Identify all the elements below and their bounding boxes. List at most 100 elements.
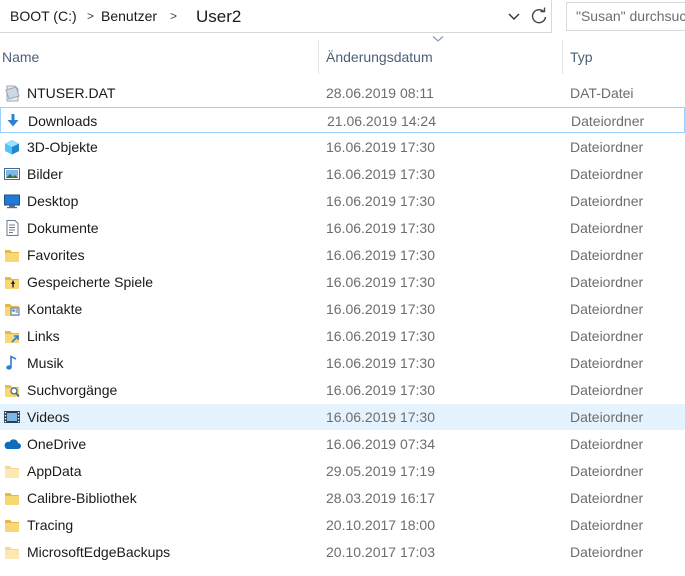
pictures-folder-icon — [4, 168, 20, 180]
file-type: Dateiordner — [570, 544, 644, 560]
saved-games-folder-icon — [5, 277, 19, 289]
file-type: Dateiordner — [570, 166, 644, 182]
file-row[interactable]: Gespeicherte Spiele 16.06.2019 17:30 Datei… — [0, 269, 685, 295]
breadcrumb-drive[interactable]: BOOT (C:) — [10, 0, 77, 33]
videos-folder-icon — [4, 411, 20, 423]
column-header-type[interactable]: Typ — [570, 40, 593, 74]
file-modified-date: 16.06.2019 17:30 — [326, 355, 435, 371]
file-type: Dateiordner — [570, 139, 644, 155]
documents-folder-icon — [6, 220, 19, 236]
file-name: Favorites — [27, 247, 85, 263]
file-name: NTUSER.DAT — [27, 85, 116, 101]
file-name: Dokumente — [27, 220, 99, 236]
refresh-icon[interactable] — [529, 6, 549, 26]
file-type: Dateiordner — [570, 220, 644, 236]
file-type: Dateiordner — [570, 490, 644, 506]
file-modified-date: 16.06.2019 17:30 — [326, 193, 435, 209]
column-divider[interactable] — [318, 40, 319, 74]
file-type: Dateiordner — [570, 193, 644, 209]
file-type: Dateiordner — [570, 463, 644, 479]
file-modified-date: 20.10.2017 17:03 — [326, 544, 435, 560]
file-type: Dateiordner — [570, 436, 644, 452]
file-name: Bilder — [27, 166, 63, 182]
file-modified-date: 29.05.2019 17:19 — [326, 463, 435, 479]
address-bar[interactable]: BOOT (C:) > Benutzer > User2 — [0, 0, 552, 33]
file-modified-date: 16.06.2019 17:30 — [326, 274, 435, 290]
file-row[interactable]: Dokumente 16.06.2019 17:30 Dateiordner — [0, 215, 685, 241]
file-row[interactable]: Desktop 16.06.2019 17:30 Dateiordner — [0, 188, 685, 214]
file-row[interactable]: Calibre-Bibliothek 28.03.2019 16:17 Dateio… — [0, 485, 685, 511]
file-name: Tracing — [27, 517, 74, 533]
search-input[interactable]: "Susan" durchsuchen — [566, 2, 685, 31]
hidden-folder-icon — [5, 547, 19, 559]
column-header: Name Änderungsdatum Typ — [0, 36, 685, 74]
hidden-folder-icon — [5, 466, 19, 478]
breadcrumb-separator[interactable]: > — [170, 0, 177, 33]
file-name: Desktop — [27, 193, 79, 209]
file-row[interactable]: MicrosoftEdgeBackups 20.10.2017 17:03 Date… — [0, 539, 685, 565]
file-name: Downloads — [28, 113, 98, 129]
column-header-date[interactable]: Änderungsdatum — [326, 40, 433, 74]
downloads-folder-icon — [7, 114, 19, 127]
column-header-name[interactable]: Name — [2, 40, 39, 74]
3d-objects-icon — [5, 140, 19, 155]
file-type: DAT-Datei — [570, 85, 634, 101]
column-divider[interactable] — [562, 40, 563, 74]
file-name: Suchvorgänge — [27, 382, 118, 398]
file-name: Musik — [27, 355, 64, 371]
file-modified-date: 28.06.2019 08:11 — [326, 85, 434, 101]
onedrive-icon — [4, 439, 21, 449]
file-modified-date: 16.06.2019 17:30 — [326, 220, 435, 236]
file-name: 3D-Objekte — [27, 139, 98, 155]
file-row[interactable]: Bilder 16.06.2019 17:30 Dateiordner — [0, 161, 685, 187]
file-row[interactable]: Tracing 20.10.2017 18:00 Dateiordner — [0, 512, 685, 538]
file-type: Dateiordner — [570, 328, 644, 344]
file-row[interactable]: AppData 29.05.2019 17:19 Dateiordner — [0, 458, 685, 484]
breadcrumb-current-folder[interactable]: User2 — [196, 0, 241, 33]
file-name: Links — [27, 328, 60, 344]
breadcrumb-separator[interactable]: > — [87, 0, 94, 33]
file-name: Calibre-Bibliothek — [27, 490, 137, 506]
contacts-folder-icon — [5, 304, 20, 316]
music-folder-icon — [6, 355, 17, 370]
searches-folder-icon — [5, 385, 20, 398]
file-name: OneDrive — [27, 436, 87, 452]
sort-descending-icon — [432, 36, 444, 42]
file-modified-date: 20.10.2017 18:00 — [326, 517, 435, 533]
file-name: Gespeicherte Spiele — [27, 274, 154, 290]
file-modified-date: 21.06.2019 14:24 — [327, 113, 436, 129]
file-modified-date: 16.06.2019 17:30 — [326, 166, 435, 182]
file-row[interactable]: Kontakte 16.06.2019 17:30 Dateiordner — [0, 296, 685, 322]
file-name: Videos — [27, 409, 70, 425]
file-row[interactable]: Suchvorgänge 16.06.2019 17:30 Dateiordner — [0, 377, 685, 403]
file-type: Dateiordner — [570, 517, 644, 533]
file-modified-date: 16.06.2019 07:34 — [326, 436, 435, 452]
file-row[interactable]: Musik 16.06.2019 17:30 Dateiordner — [0, 350, 685, 376]
file-type: Dateiordner — [570, 382, 644, 398]
links-folder-icon — [5, 331, 19, 343]
file-row[interactable]: Favorites 16.06.2019 17:30 Dateiordner — [0, 242, 685, 268]
file-modified-date: 16.06.2019 17:30 — [326, 301, 435, 317]
chevron-down-icon[interactable] — [506, 8, 522, 24]
file-row[interactable]: Videos 16.06.2019 17:30 Dateiordner — [0, 404, 685, 430]
folder-icon — [5, 250, 19, 262]
file-type: Dateiordner — [570, 274, 644, 290]
file-row[interactable]: Downloads 21.06.2019 14:24 Dateiordner — [0, 107, 685, 133]
file-modified-date: 16.06.2019 17:30 — [326, 247, 435, 263]
file-row[interactable]: 3D-Objekte 16.06.2019 17:30 Dateiordner — [0, 134, 685, 160]
file-modified-date: 16.06.2019 17:30 — [326, 328, 435, 344]
file-type: Dateiordner — [571, 113, 645, 129]
dat-file-icon — [5, 85, 20, 102]
file-row[interactable]: Links 16.06.2019 17:30 Dateiordner — [0, 323, 685, 349]
file-name: AppData — [27, 463, 82, 479]
breadcrumb-users[interactable]: Benutzer — [101, 0, 157, 33]
file-type: Dateiordner — [570, 247, 644, 263]
file-type: Dateiordner — [570, 301, 644, 317]
search-placeholder: "Susan" durchsuchen — [576, 8, 685, 24]
file-row[interactable]: NTUSER.DAT 28.06.2019 08:11 DAT-Datei — [0, 80, 685, 106]
folder-icon — [5, 520, 19, 532]
folder-icon — [5, 493, 19, 505]
file-type: Dateiordner — [570, 355, 644, 371]
file-row[interactable]: OneDrive 16.06.2019 07:34 Dateiordner — [0, 431, 685, 457]
file-type: Dateiordner — [570, 409, 644, 425]
